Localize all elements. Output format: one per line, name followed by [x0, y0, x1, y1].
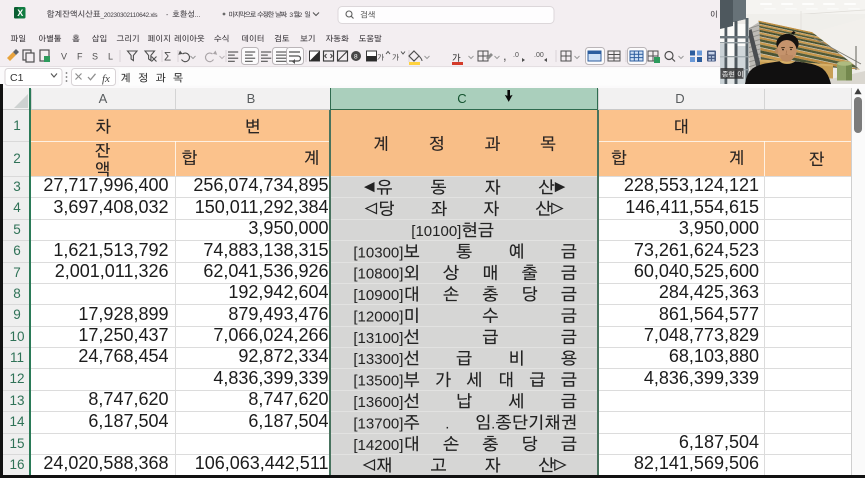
- svg-text:.00: .00: [534, 52, 544, 59]
- svg-text:F: F: [77, 52, 83, 62]
- svg-text:[10100]: [10100]: [411, 223, 461, 240]
- svg-text:_20230302110642.xls: _20230302110642.xls: [100, 12, 158, 19]
- svg-text:L: L: [108, 52, 113, 62]
- svg-text:2: 2: [299, 12, 303, 19]
- svg-text:[13100]: [13100]: [353, 330, 403, 347]
- svg-text:C1: C1: [10, 72, 24, 84]
- svg-text:[10800]: [10800]: [353, 266, 403, 283]
- svg-text:[10900]: [10900]: [353, 287, 403, 304]
- svg-text:[10300]: [10300]: [353, 244, 403, 261]
- svg-text:.: .: [445, 415, 449, 432]
- svg-text:[13500]: [13500]: [353, 373, 403, 390]
- svg-text:[12000]: [12000]: [353, 309, 403, 326]
- svg-text:: 3: : 3: [286, 12, 294, 19]
- svg-text:.0: .0: [513, 52, 519, 59]
- svg-text:Σ: Σ: [164, 52, 171, 64]
- svg-text:-: -: [166, 12, 169, 19]
- svg-text:.: .: [491, 415, 495, 432]
- svg-text:8: 8: [354, 54, 358, 61]
- svg-text:X: X: [17, 8, 23, 18]
- svg-text:V: V: [61, 52, 67, 62]
- svg-text:[13300]: [13300]: [353, 351, 403, 368]
- svg-text:...: ...: [195, 12, 201, 19]
- svg-text:,: ,: [503, 48, 507, 63]
- svg-text:[14200]: [14200]: [353, 437, 403, 454]
- svg-text:[13700]: [13700]: [353, 415, 403, 432]
- svg-text:S: S: [92, 52, 98, 62]
- svg-text:[13600]: [13600]: [353, 394, 403, 411]
- svg-text:fx: fx: [102, 73, 110, 85]
